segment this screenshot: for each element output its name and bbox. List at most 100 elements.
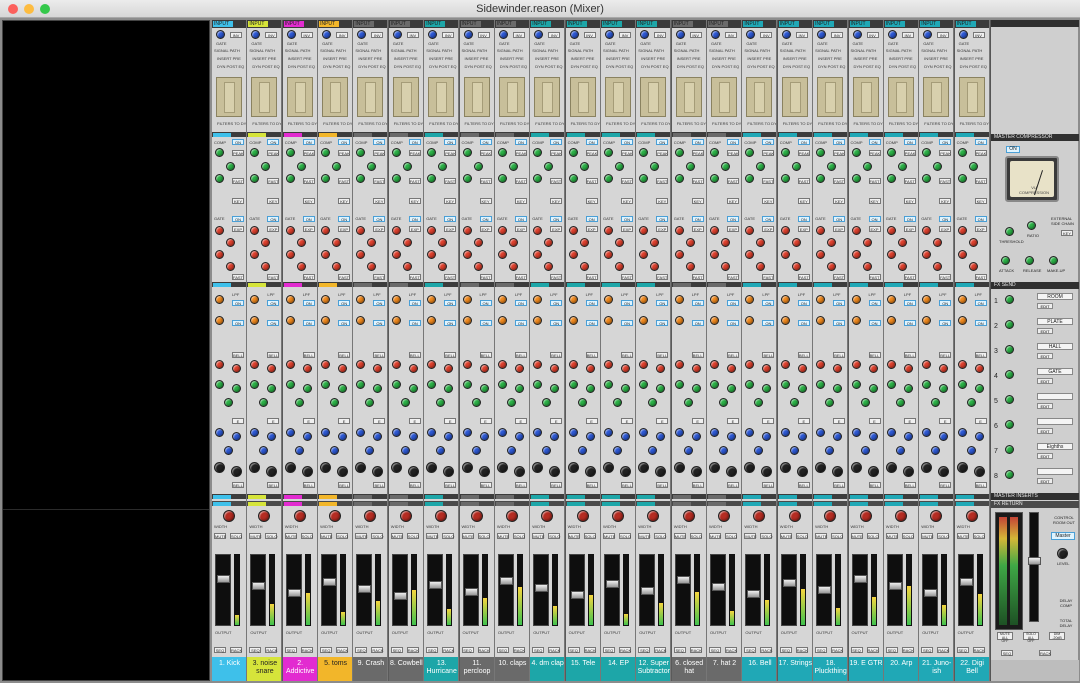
comp-on-button[interactable]: ON [302, 139, 315, 145]
peak-button[interactable]: PEAK [267, 150, 280, 156]
hmf-q-knob[interactable] [224, 398, 233, 407]
channel-fader[interactable] [323, 578, 337, 586]
hf-bell-button[interactable]: BELL [621, 352, 633, 358]
comp-on-button[interactable]: ON [727, 139, 739, 145]
lf-bell-button[interactable]: BELL [974, 482, 987, 488]
fast-button[interactable]: FAST [903, 178, 916, 184]
pan-knob[interactable] [258, 510, 271, 522]
solo-button[interactable]: SOLO [406, 533, 419, 539]
eq-e-button[interactable]: E [974, 418, 987, 424]
gate-fast-button[interactable]: FAST [903, 274, 916, 280]
comp-on-button[interactable]: ON [514, 139, 527, 145]
hmf-gain-knob[interactable] [797, 384, 807, 393]
insert-pre-toggle[interactable]: INSERT PRE [323, 56, 347, 61]
release-knob[interactable] [710, 174, 719, 183]
hpf-on-button[interactable]: ON [338, 320, 351, 326]
release-knob[interactable] [391, 174, 401, 183]
hpf-on-button[interactable]: ON [550, 320, 563, 326]
lf-gain-knob[interactable] [726, 466, 737, 477]
channel-name[interactable]: 17. Strings [777, 657, 812, 681]
lpf-freq-knob[interactable] [886, 295, 896, 304]
hmf-freq-knob[interactable] [745, 380, 755, 389]
lf-bell-button[interactable]: BELL [762, 482, 775, 488]
peak-button[interactable]: PEAK [868, 150, 881, 156]
lmf-gain-knob[interactable] [762, 432, 772, 441]
range-knob[interactable] [356, 226, 366, 235]
mute-button[interactable]: MUTE [956, 533, 969, 539]
input-gain-knob[interactable] [852, 30, 862, 39]
hmf-freq-knob[interactable] [427, 380, 437, 389]
insert-routing-slot[interactable] [789, 82, 801, 113]
input-gain-knob[interactable] [817, 30, 827, 39]
peak-button[interactable]: PEAK [585, 150, 598, 156]
gate-release-knob[interactable] [650, 262, 660, 271]
hpf-freq-knob[interactable] [568, 316, 578, 325]
gate-threshold-knob[interactable] [827, 238, 837, 247]
seq-button[interactable]: SEQ [426, 647, 439, 653]
filters-to-dyn-toggle[interactable]: FILTERS TO DYN S/C [641, 121, 670, 126]
lf-bell-button[interactable]: BELL [514, 482, 527, 488]
peak-button[interactable]: PEAK [691, 150, 704, 156]
threshold-knob[interactable] [968, 162, 978, 171]
lmf-gain-knob[interactable] [373, 432, 383, 441]
gate-on-button[interactable]: ON [656, 216, 669, 222]
ratio-knob[interactable] [497, 148, 507, 157]
rack-button[interactable]: RACK [583, 647, 596, 653]
input-gain-knob[interactable] [286, 30, 296, 39]
gate-threshold-knob[interactable] [579, 238, 589, 247]
hmf-q-knob[interactable] [400, 398, 410, 407]
hpf-on-button[interactable]: ON [479, 320, 492, 326]
lpf-freq-knob[interactable] [604, 295, 613, 304]
input-gain-knob[interactable] [534, 30, 544, 39]
channel-fader[interactable] [287, 589, 301, 597]
hmf-gain-knob[interactable] [479, 384, 489, 393]
input-gain-knob[interactable] [428, 30, 438, 39]
hf-freq-knob[interactable] [356, 360, 366, 369]
solo-button[interactable]: SOLO [689, 533, 702, 539]
lf-freq-knob[interactable] [956, 462, 968, 473]
lmf-q-knob[interactable] [648, 446, 658, 455]
lmf-gain-knob[interactable] [868, 432, 878, 441]
hmf-q-knob[interactable] [825, 398, 835, 407]
gate-fast-button[interactable]: FAST [974, 274, 987, 280]
hf-freq-knob[interactable] [462, 360, 472, 369]
pan-knob[interactable] [612, 510, 624, 522]
invert-button[interactable]: INV [583, 32, 596, 38]
dyn-post-eq-toggle[interactable]: DYN POST EQ [606, 64, 633, 69]
lf-gain-knob[interactable] [584, 466, 596, 477]
lpf-on-button[interactable]: ON [797, 300, 810, 306]
hmf-gain-knob[interactable] [868, 384, 878, 393]
gate-fast-button[interactable]: FAST [302, 274, 315, 280]
insert-pre-toggle[interactable]: INSERT PRE [712, 56, 736, 61]
seq-button[interactable]: SEQ [249, 647, 262, 653]
pan-knob[interactable] [965, 510, 978, 522]
lf-bell-button[interactable]: BELL [267, 482, 280, 488]
invert-button[interactable]: INV [654, 32, 667, 38]
lpf-on-button[interactable]: ON [373, 300, 386, 306]
hf-gain-knob[interactable] [338, 364, 348, 373]
lpf-freq-knob[interactable] [391, 295, 401, 304]
expander-button[interactable]: EXP [691, 226, 704, 232]
rack-button[interactable]: RACK [654, 647, 666, 653]
fx-send-name[interactable]: GATE [1037, 368, 1073, 375]
hf-bell-button[interactable]: BELL [939, 352, 952, 358]
hmf-freq-knob[interactable] [710, 380, 719, 389]
key-button[interactable]: KEY [974, 198, 987, 204]
rack-button[interactable]: RACK [795, 647, 808, 653]
hmf-freq-knob[interactable] [497, 380, 507, 389]
dyn-post-eq-toggle[interactable]: DYN POST EQ [394, 64, 421, 69]
hmf-q-knob[interactable] [931, 398, 941, 407]
comp-on-button[interactable]: ON [621, 139, 633, 145]
filters-to-dyn-toggle[interactable]: FILTERS TO DYN S/C [783, 121, 812, 126]
hmf-gain-knob[interactable] [444, 384, 454, 393]
gate-fast-button[interactable]: FAST [656, 274, 669, 280]
hmf-q-knob[interactable] [966, 398, 976, 407]
fast-button[interactable]: FAST [408, 178, 421, 184]
gate-release-knob[interactable] [508, 262, 518, 271]
filters-to-dyn-toggle[interactable]: FILTERS TO DYN S/C [500, 121, 529, 126]
solo-button[interactable]: SOLO [901, 533, 914, 539]
hmf-gain-knob[interactable] [903, 384, 913, 393]
fx-edit-button[interactable]: EDIT [1037, 453, 1053, 459]
lmf-freq-knob[interactable] [497, 428, 507, 437]
lpf-freq-knob[interactable] [674, 295, 684, 304]
